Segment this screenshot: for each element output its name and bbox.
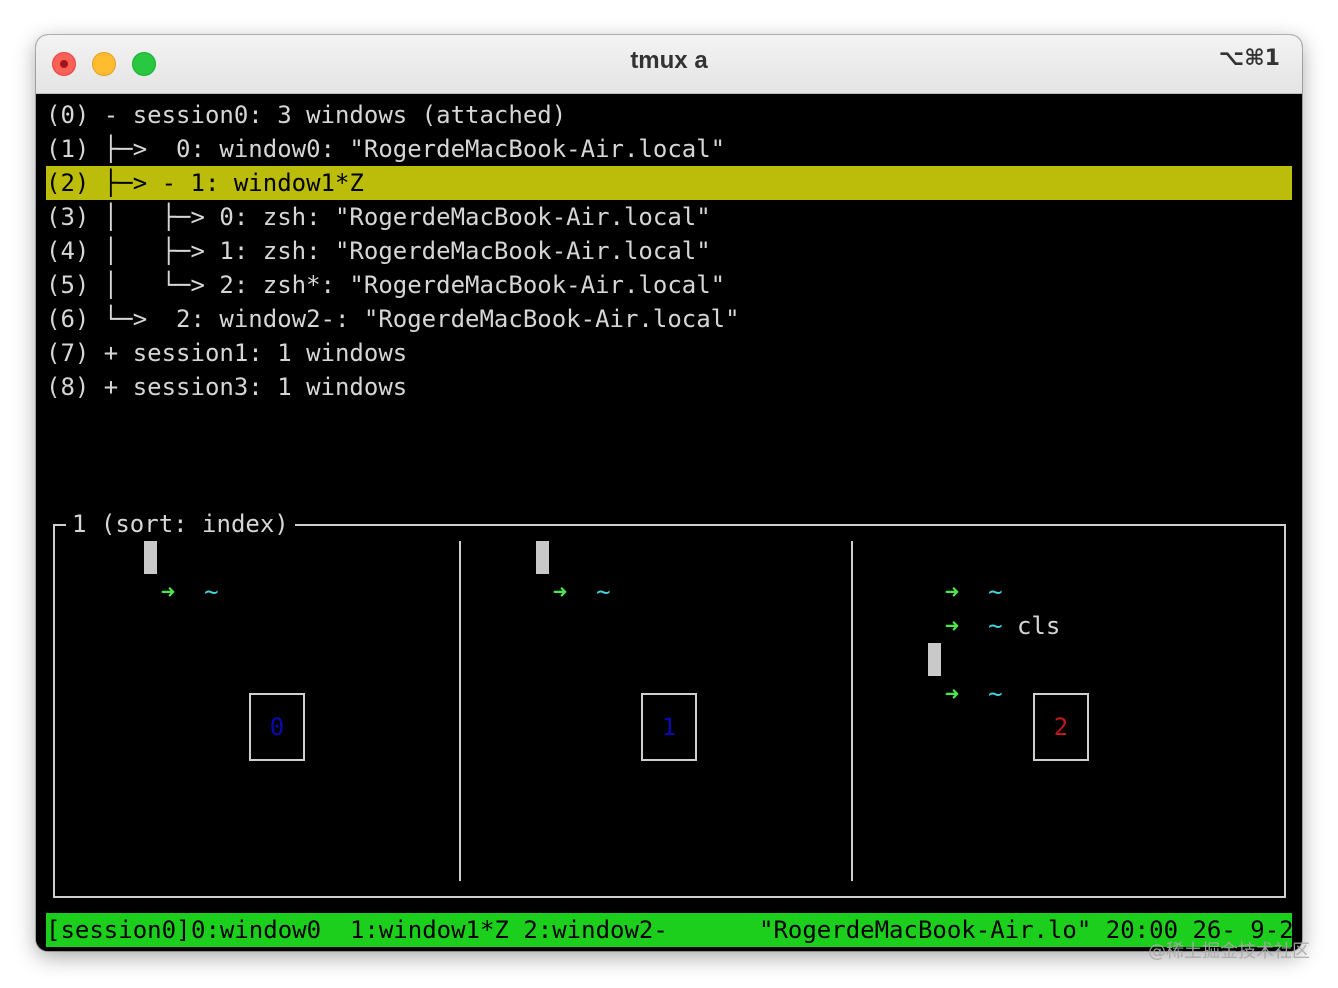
watermark: @稀土掘金技术社区 xyxy=(1148,941,1310,962)
pane1-number: 1 xyxy=(661,713,677,741)
pane0-number: 0 xyxy=(269,713,285,741)
tree-row-window1-selected[interactable]: (2) ├─> - 1: window1*Z xyxy=(46,166,364,200)
prompt-arrow-icon: ➜ xyxy=(944,680,960,708)
pane-divider xyxy=(851,541,853,881)
tree-row-window0[interactable]: (1) ├─> 0: window0: "RogerdeMacBook-Air.… xyxy=(46,132,725,166)
tree-row-session0[interactable]: (0) - session0: 3 windows (attached) xyxy=(46,98,566,132)
tree-row-pane1[interactable]: (4) │ ├─> 1: zsh: "RogerdeMacBook-Air.lo… xyxy=(46,234,711,268)
terminal-content[interactable]: (0) - session0: 3 windows (attached) (1)… xyxy=(36,94,1302,951)
window-title: tmux a xyxy=(630,47,708,74)
pane2-prompt-2: ➜ ~ cls xyxy=(858,575,1061,640)
tree-row-session1[interactable]: (7) + session1: 1 windows xyxy=(46,336,407,370)
prompt-tilde: ~ xyxy=(988,612,1003,640)
pane2-number-box: 2 xyxy=(1033,693,1089,761)
pane2-prompt-1: ➜ ~ xyxy=(858,541,1017,606)
preview-label: 1 (sort: index) xyxy=(66,507,295,541)
prompt-tilde: ~ xyxy=(204,578,219,606)
status-session: [session0] xyxy=(46,916,191,944)
pane0-cursor xyxy=(144,541,157,574)
pane1-cursor xyxy=(536,541,549,574)
prompt-tilde: ~ xyxy=(596,578,611,606)
prompt-tilde: ~ xyxy=(988,680,1003,708)
prompt-command: cls xyxy=(1016,612,1061,640)
status-window-list[interactable]: 0:window0 1:window1*Z 2:window2- xyxy=(191,913,668,947)
tree-row-window2[interactable]: (6) └─> 2: window2-: "RogerdeMacBook-Air… xyxy=(46,302,740,336)
prompt-arrow-icon: ➜ xyxy=(160,578,176,606)
tree-row-session3[interactable]: (8) + session3: 1 windows xyxy=(46,370,407,404)
tree-row-pane0[interactable]: (3) │ ├─> 0: zsh: "RogerdeMacBook-Air.lo… xyxy=(46,200,711,234)
pane2-number: 2 xyxy=(1053,713,1069,741)
pane1-number-box: 1 xyxy=(641,693,697,761)
terminal-window: tmux a ⌥⌘1 (0) - session0: 3 windows (at… xyxy=(36,35,1302,951)
tree-row-pane2[interactable]: (5) │ └─> 2: zsh*: "RogerdeMacBook-Air.l… xyxy=(46,268,725,302)
pane-divider xyxy=(459,541,461,881)
prompt-arrow-icon: ➜ xyxy=(552,578,568,606)
tmux-status-bar: [session0] 0:window0 1:window1*Z 2:windo… xyxy=(46,913,1302,947)
prompt-arrow-icon: ➜ xyxy=(944,612,960,640)
pane2-cursor xyxy=(928,643,941,676)
title-bar: tmux a ⌥⌘1 xyxy=(36,35,1302,94)
pane0-number-box: 0 xyxy=(249,693,305,761)
window-shortcut: ⌥⌘1 xyxy=(1218,46,1280,71)
